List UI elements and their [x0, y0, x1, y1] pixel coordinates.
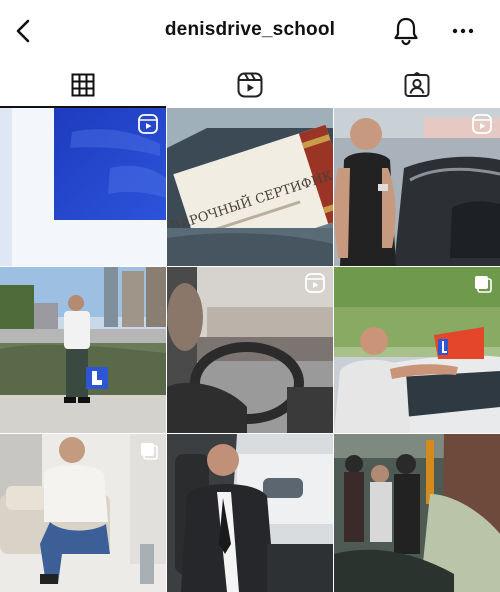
posts-grid: ПОДАРОЧНЫЙ СЕРТИФИКАТ	[0, 108, 500, 592]
grid-icon	[71, 73, 95, 97]
tab-tagged[interactable]	[334, 62, 500, 108]
reel-badge-icon	[138, 114, 158, 134]
post-instructor-city-plaza[interactable]	[0, 267, 166, 433]
post-image: ПОДАРОЧНЫЙ СЕРТИФИКАТ	[167, 108, 333, 266]
post-image	[334, 434, 500, 592]
post-car-interior-steering[interactable]	[167, 267, 333, 433]
post-instructor-sofa[interactable]	[0, 434, 166, 592]
post-image	[167, 434, 333, 592]
post-crowded-bus[interactable]	[334, 434, 500, 592]
post-learner-plate[interactable]	[0, 108, 166, 266]
reels-icon	[237, 72, 263, 98]
more-options-button[interactable]	[448, 18, 478, 44]
multi-photo-badge-icon	[141, 443, 158, 460]
post-image	[0, 267, 166, 433]
notifications-button[interactable]	[392, 16, 420, 46]
profile-tabs	[0, 62, 500, 108]
more-horizontal-icon	[452, 28, 474, 34]
post-instructor-car-learner-sign[interactable]	[334, 267, 500, 433]
reel-badge-icon	[305, 273, 325, 293]
tab-reels[interactable]	[167, 62, 333, 108]
profile-header: denisdrive_school	[0, 0, 500, 62]
multi-photo-badge-icon	[475, 276, 492, 293]
post-gift-certificate[interactable]: ПОДАРОЧНЫЙ СЕРТИФИКАТ	[167, 108, 333, 266]
post-instructor-driver-seat[interactable]	[167, 434, 333, 592]
reel-badge-icon	[472, 114, 492, 134]
bell-icon	[394, 17, 418, 46]
tagged-icon	[404, 72, 430, 97]
profile-username: denisdrive_school	[164, 19, 336, 40]
post-instructor-black-shirt[interactable]	[334, 108, 500, 266]
tab-posts-grid[interactable]	[0, 62, 166, 108]
